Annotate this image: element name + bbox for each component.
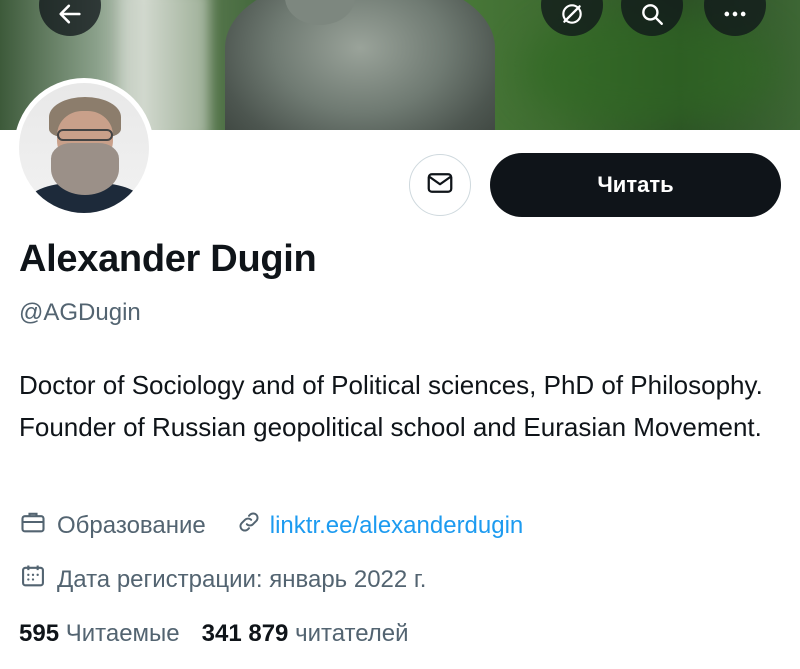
follow-button[interactable]: Читать (490, 153, 781, 217)
following-count: 595 (19, 620, 60, 647)
search-icon (639, 0, 665, 32)
followers-count: 341 879 (201, 620, 289, 647)
followers-link[interactable]: 341 879 читателей (202, 620, 409, 648)
profile-name: Alexander Dugin (19, 238, 317, 280)
profile-category: Образование (57, 511, 206, 539)
following-link[interactable]: 595 Читаемые (19, 620, 180, 648)
profile-bio: Doctor of Sociology and of Political sci… (19, 370, 763, 442)
avatar-photo (19, 83, 149, 213)
joined-row: Дата регистрации: январь 2022 г. (19, 562, 426, 597)
followers-label: читателей (295, 620, 409, 647)
profile-meta-row: Образование linktr.ee/alexanderdugin (19, 508, 523, 543)
joined-date: Дата регистрации: январь 2022 г. (57, 565, 427, 593)
banner-statue-image (225, 0, 495, 130)
avatar[interactable] (14, 78, 154, 218)
grok-icon (559, 0, 585, 32)
message-button[interactable] (409, 154, 471, 216)
follow-counts: 595 Читаемые 341 879 читателей (19, 620, 409, 648)
profile-handle: @AGDugin (19, 299, 141, 326)
following-label: Читаемые (65, 620, 180, 647)
arrow-left-icon (56, 0, 84, 33)
more-horizontal-icon (721, 0, 749, 33)
profile-link[interactable]: linktr.ee/alexanderdugin (270, 512, 524, 540)
briefcase-icon (19, 508, 47, 543)
envelope-icon (425, 168, 455, 203)
link-icon (236, 509, 262, 542)
calendar-icon (19, 562, 47, 597)
